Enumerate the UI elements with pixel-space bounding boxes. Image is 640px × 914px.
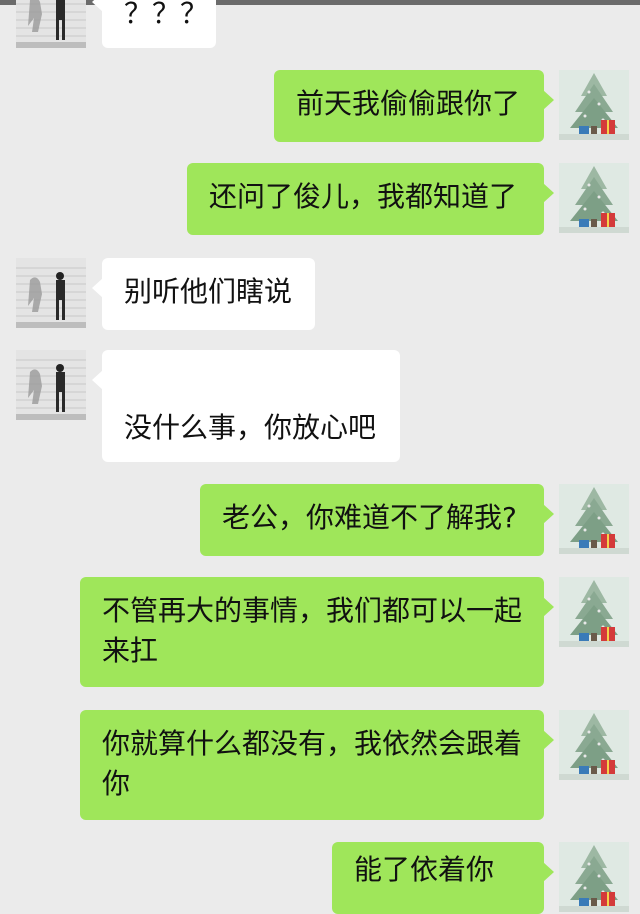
incoming-message-bubble[interactable]: 别听他们瞎说 <box>92 258 315 330</box>
christmas-tree-icon <box>559 710 629 780</box>
shadow-walker-icon <box>16 258 86 328</box>
outgoing-message-bubble[interactable]: 能了依着你 <box>332 842 554 914</box>
my-avatar[interactable] <box>559 163 629 233</box>
christmas-tree-icon <box>559 842 629 912</box>
christmas-tree-icon <box>559 70 629 140</box>
contact-avatar[interactable] <box>16 258 86 328</box>
christmas-tree-icon <box>559 577 629 647</box>
my-avatar[interactable] <box>559 70 629 140</box>
christmas-tree-icon <box>559 484 629 554</box>
outgoing-message-bubble[interactable]: 你就算什么都没有，我依然会跟着你 <box>80 710 554 820</box>
christmas-tree-icon <box>559 163 629 233</box>
my-avatar[interactable] <box>559 842 629 912</box>
my-avatar[interactable] <box>559 710 629 780</box>
shadow-walker-icon <box>16 0 86 48</box>
my-avatar[interactable] <box>559 577 629 647</box>
contact-avatar[interactable] <box>16 0 86 48</box>
outgoing-message-bubble[interactable]: 前天我偷偷跟你了 <box>274 70 554 142</box>
incoming-message-bubble[interactable]: 没什么事，你放心吧 <box>92 350 400 462</box>
outgoing-message-bubble[interactable]: 老公，你难道不了解我? <box>200 484 554 556</box>
incoming-message-bubble[interactable]: ？？？ <box>92 0 216 48</box>
outgoing-message-bubble[interactable]: 还问了俊儿，我都知道了 <box>187 163 554 235</box>
outgoing-message-bubble[interactable]: 不管再大的事情，我们都可以一起来扛 <box>80 577 554 687</box>
my-avatar[interactable] <box>559 484 629 554</box>
contact-avatar[interactable] <box>16 350 86 420</box>
shadow-walker-icon <box>16 350 86 420</box>
